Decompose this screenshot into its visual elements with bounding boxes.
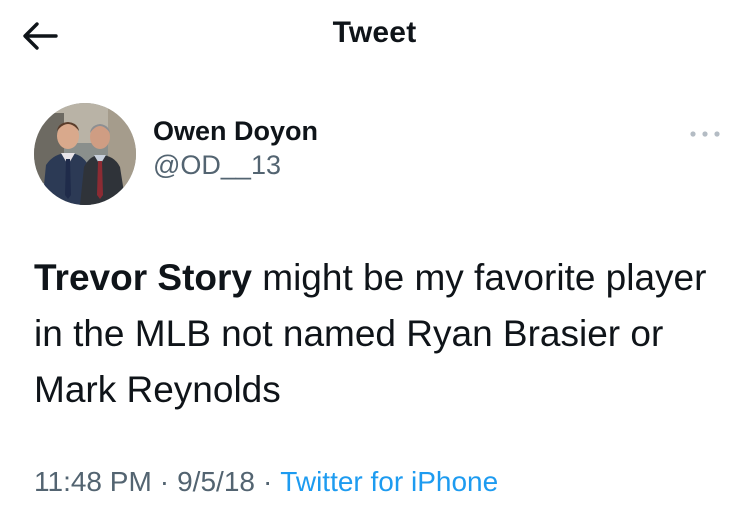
user-handle[interactable]: @OD__13	[153, 148, 318, 182]
tweet-time[interactable]: 11:48 PM	[34, 466, 152, 497]
tweet-highlight-text: Trevor Story	[34, 257, 252, 298]
page-title: Tweet	[332, 16, 417, 49]
avatar[interactable]	[34, 103, 136, 205]
display-name[interactable]: Owen Doyon	[153, 114, 318, 148]
author-names: Owen Doyon @OD__13	[153, 114, 318, 182]
tweet-source-link[interactable]: Twitter for iPhone	[280, 466, 498, 497]
tweet-meta: 11:48 PM · 9/5/18 · Twitter for iPhone	[34, 462, 498, 502]
top-bar: Tweet	[0, 0, 749, 70]
meta-separator: ·	[262, 466, 273, 497]
tweet-date[interactable]: 9/5/18	[177, 466, 255, 497]
more-horizontal-icon	[690, 131, 720, 137]
tweet-author: Owen Doyon @OD__13	[34, 102, 318, 206]
more-options-button[interactable]	[685, 122, 725, 146]
meta-separator: ·	[159, 466, 170, 497]
tweet-text: Trevor Story might be my favorite player…	[34, 250, 724, 418]
